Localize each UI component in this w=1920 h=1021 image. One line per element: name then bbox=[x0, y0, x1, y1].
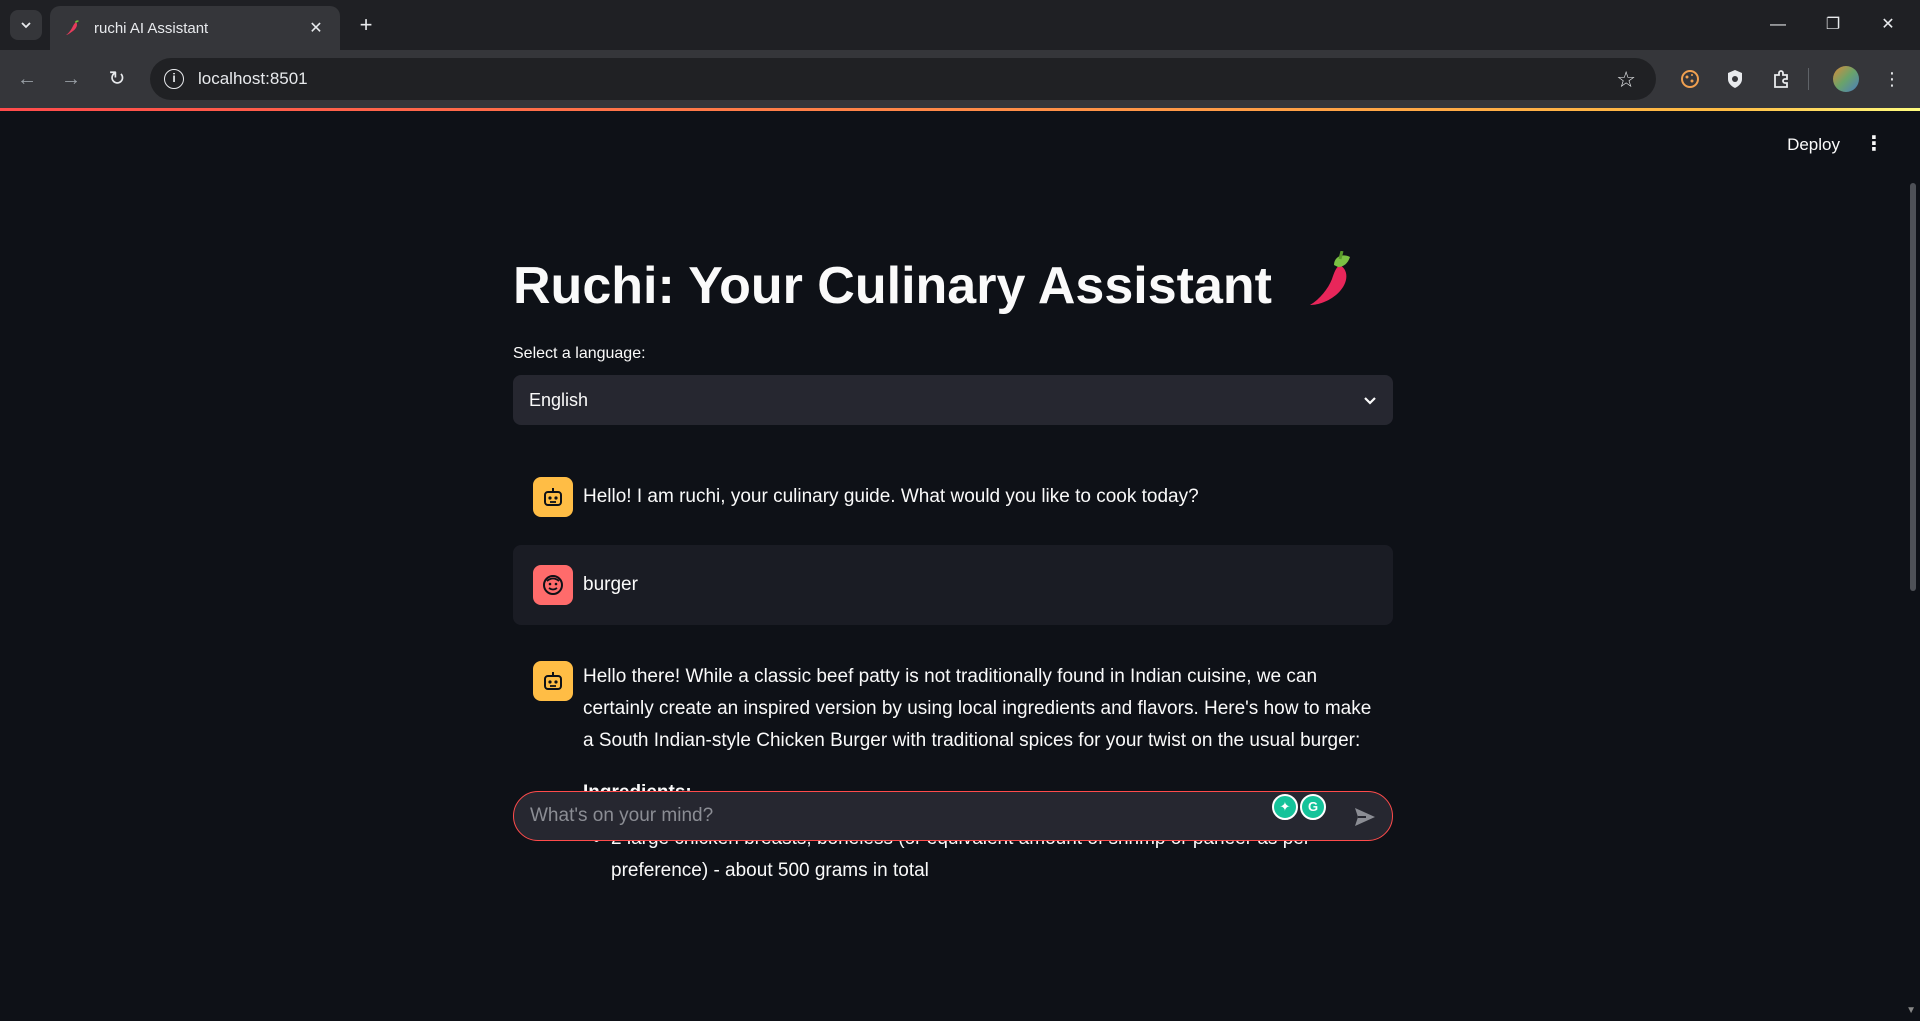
grammarly-assist-icon[interactable]: ✦ bbox=[1272, 794, 1298, 820]
message-text: Hello! I am ruchi, your culinary guide. … bbox=[583, 477, 1199, 513]
browser-toolbar: ← → ↻ i localhost:8501 ☆ ⋮ bbox=[0, 50, 1920, 108]
smiley-face-icon bbox=[541, 573, 565, 597]
extensions-puzzle-icon[interactable] bbox=[1765, 63, 1797, 95]
language-select-label: Select a language: bbox=[513, 345, 646, 363]
chat-message-assistant: Hello! I am ruchi, your culinary guide. … bbox=[513, 465, 1393, 545]
forward-arrow-icon[interactable]: → bbox=[56, 64, 86, 94]
shield-extension-icon[interactable] bbox=[1719, 63, 1751, 95]
tab-close-icon[interactable]: ✕ bbox=[306, 18, 326, 38]
profile-avatar[interactable] bbox=[1830, 63, 1862, 95]
chat-message-user: burger bbox=[513, 545, 1393, 625]
chili-pepper-icon bbox=[64, 19, 82, 37]
page-title: Ruchi: Your Culinary Assistant bbox=[513, 251, 1356, 316]
bookmark-star-icon[interactable]: ☆ bbox=[1616, 67, 1636, 93]
address-bar[interactable]: i localhost:8501 ☆ bbox=[150, 58, 1656, 100]
robot-icon bbox=[541, 669, 565, 693]
cookie-extension-icon[interactable] bbox=[1674, 63, 1706, 95]
site-info-icon[interactable]: i bbox=[164, 69, 184, 89]
browser-tab-bar: ruchi AI Assistant ✕ + — ❐ ✕ bbox=[0, 0, 1920, 50]
close-window-button[interactable]: ✕ bbox=[1868, 12, 1908, 38]
toolbar-divider bbox=[1808, 68, 1809, 90]
app-menu-icon[interactable]: ⋮ bbox=[1864, 131, 1884, 156]
tab-search-button[interactable] bbox=[10, 10, 42, 40]
assistant-avatar bbox=[533, 661, 573, 701]
deploy-button[interactable]: Deploy bbox=[1787, 135, 1840, 155]
grammarly-widget[interactable]: ✦ G bbox=[1272, 794, 1326, 820]
chevron-down-icon bbox=[1363, 393, 1377, 407]
minimize-button[interactable]: — bbox=[1758, 12, 1798, 38]
message-intro: Hello there! While a classic beef patty … bbox=[583, 661, 1373, 757]
chat-input[interactable]: ✦ G bbox=[513, 791, 1393, 841]
assistant-avatar bbox=[533, 477, 573, 517]
page-title-text: Ruchi: Your Culinary Assistant bbox=[513, 257, 1272, 315]
user-avatar bbox=[533, 565, 573, 605]
app-container: Deploy ⋮ Ruchi: Your Culinary Assistant … bbox=[0, 111, 1920, 1020]
message-text: burger bbox=[583, 569, 638, 601]
restore-button[interactable]: ❐ bbox=[1813, 12, 1853, 38]
send-icon[interactable] bbox=[1352, 804, 1378, 830]
grammarly-g-icon[interactable]: G bbox=[1300, 794, 1326, 820]
chevron-down-icon bbox=[20, 19, 32, 31]
robot-icon bbox=[541, 485, 565, 509]
message-text: Hello there! While a classic beef patty … bbox=[583, 661, 1373, 887]
tab-title: ruchi AI Assistant bbox=[94, 20, 306, 37]
language-select[interactable]: English bbox=[513, 375, 1393, 425]
new-tab-button[interactable]: + bbox=[352, 12, 380, 40]
back-arrow-icon[interactable]: ← bbox=[12, 64, 42, 94]
scrollbar[interactable] bbox=[1910, 183, 1916, 591]
browser-menu-icon[interactable]: ⋮ bbox=[1876, 63, 1908, 95]
language-select-value: English bbox=[529, 390, 1363, 411]
url-text: localhost:8501 bbox=[198, 69, 308, 89]
chat-input-field[interactable] bbox=[530, 805, 1376, 827]
chili-pepper-icon bbox=[1306, 251, 1356, 307]
chat-input-container bbox=[513, 881, 1393, 1021]
browser-tab[interactable]: ruchi AI Assistant ✕ bbox=[50, 6, 340, 50]
resize-corner-icon: ▼ bbox=[1906, 1005, 1916, 1016]
reload-icon[interactable]: ↻ bbox=[102, 64, 132, 94]
